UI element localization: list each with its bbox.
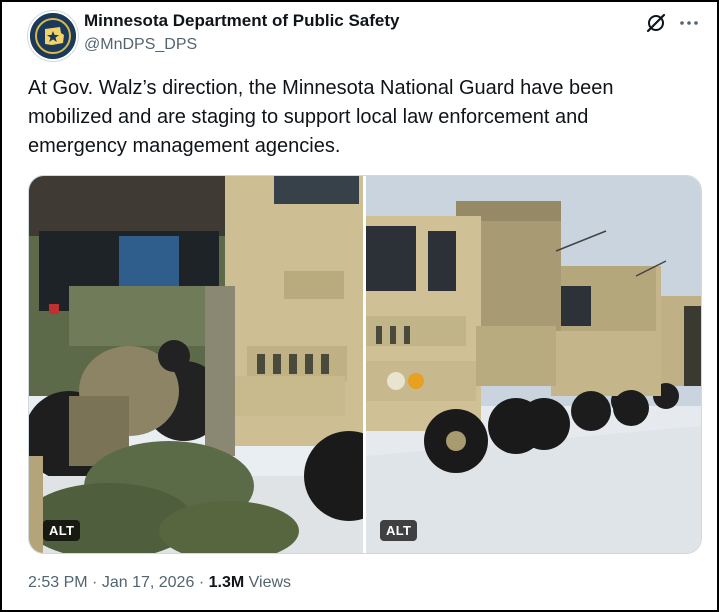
tweet-card: Minnesota Department of Public Safety @M… <box>0 0 719 612</box>
grok-icon[interactable] <box>644 11 668 35</box>
meta-separator: · <box>198 574 205 591</box>
views-count: 1.3M <box>208 574 245 591</box>
tweet-meta: 2:53 PM · Jan 17, 2026 · 1.3M Views <box>28 574 291 592</box>
tweet-text: At Gov. Walz’s direction, the Minnesota … <box>28 77 614 157</box>
tweet-time[interactable]: 2:53 PM <box>28 574 88 591</box>
meta-separator: · <box>92 574 98 591</box>
author-display-name[interactable]: Minnesota Department of Public Safety <box>84 11 400 31</box>
photo-truck-convoy[interactable]: ALT <box>366 176 701 553</box>
media-grid: ALT ALT <box>28 175 702 554</box>
alt-badge[interactable]: ALT <box>43 520 81 541</box>
alt-badge[interactable]: ALT <box>380 520 418 541</box>
author-handle[interactable]: @MnDPS_DPS <box>84 36 197 54</box>
avatar[interactable] <box>28 11 78 61</box>
minnesota-state-seal-icon <box>30 13 76 59</box>
more-options-icon[interactable] <box>677 11 701 35</box>
photo-soldier-loading-truck[interactable]: ALT <box>29 176 363 553</box>
tweet-date[interactable]: Jan 17, 2026 <box>102 574 195 591</box>
views-label: Views <box>248 574 292 591</box>
